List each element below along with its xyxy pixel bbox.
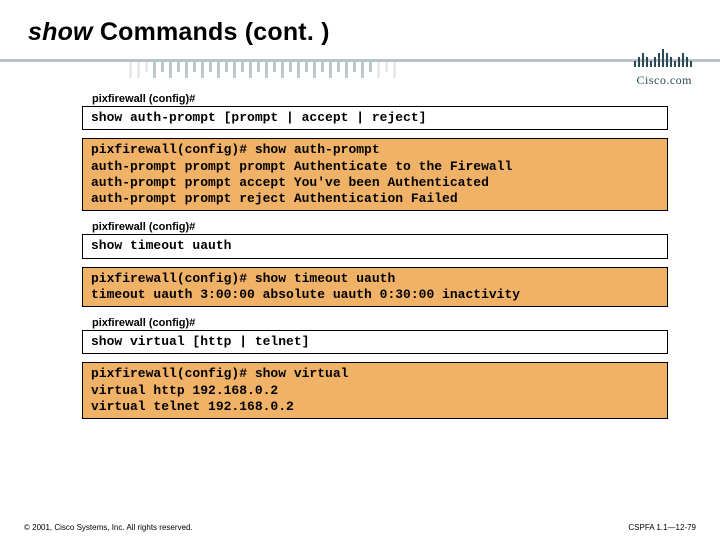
output-box: pixfirewall(config)# show timeout uauth …	[82, 267, 668, 308]
tick-strip	[129, 62, 429, 78]
copyright-text: © 2001, Cisco Systems, Inc. All rights r…	[24, 523, 193, 532]
cisco-bridge-icon	[634, 49, 692, 67]
cisco-logo-text: Cisco.com	[634, 73, 692, 88]
output-box: pixfirewall(config)# show auth-prompt au…	[82, 138, 668, 211]
title-rest: Commands (cont. )	[93, 18, 330, 46]
config-prompt: pixfirewall (config)#	[92, 93, 668, 105]
output-box: pixfirewall(config)# show virtual virtua…	[82, 362, 668, 419]
config-prompt: pixfirewall (config)#	[92, 221, 668, 233]
config-prompt: pixfirewall (config)#	[92, 317, 668, 329]
content-area: pixfirewall (config)# show auth-prompt […	[24, 93, 696, 419]
command-box: show timeout uauth	[82, 234, 668, 258]
cisco-logo: Cisco.com	[634, 49, 692, 88]
slide-title: show Commands (cont. )	[28, 18, 696, 47]
command-box: show virtual [http | telnet]	[82, 330, 668, 354]
title-italic: show	[28, 18, 93, 46]
header-rule: Cisco.com	[24, 53, 696, 87]
slide-number: CSPFA 1.1—12-79	[628, 523, 696, 532]
slide: show Commands (cont. ) Cisco.com	[0, 0, 720, 540]
command-box: show auth-prompt [prompt | accept | reje…	[82, 106, 668, 130]
footer: © 2001, Cisco Systems, Inc. All rights r…	[0, 523, 720, 532]
